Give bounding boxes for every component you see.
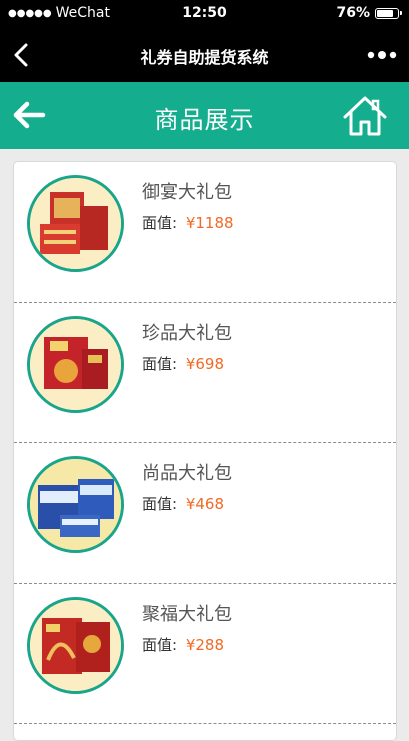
product-price-row: 面值: ¥288 bbox=[142, 634, 224, 655]
battery-icon bbox=[375, 7, 402, 19]
product-price: ¥1188 bbox=[185, 214, 234, 232]
home-icon[interactable] bbox=[343, 95, 387, 137]
page-header: 商品展示 bbox=[0, 82, 409, 149]
product-price: ¥288 bbox=[185, 635, 225, 654]
product-item[interactable]: 聚福大礼包 面值: ¥288 bbox=[14, 584, 396, 724]
product-price-row: 面值: ¥468 bbox=[142, 493, 224, 514]
product-price: ¥468 bbox=[185, 495, 225, 513]
product-price-row: 面值: ¥698 bbox=[142, 353, 224, 374]
product-name: 御宴大礼包 bbox=[142, 182, 232, 203]
battery-percentage: 76% bbox=[336, 5, 370, 21]
price-label: 面值: bbox=[142, 214, 178, 232]
battery-info: 76% bbox=[336, 5, 402, 21]
product-item[interactable]: 御宴大礼包 面值: ¥1188 bbox=[14, 162, 396, 303]
product-image bbox=[27, 175, 124, 272]
product-name: 珍品大礼包 bbox=[142, 322, 232, 344]
more-options-icon[interactable] bbox=[367, 49, 397, 61]
product-list: 御宴大礼包 面值: ¥1188 珍品大礼包 面值: ¥698 尚品大礼包 面值:… bbox=[13, 161, 397, 741]
product-price-row: 面值: ¥1188 bbox=[142, 212, 234, 233]
product-name: 尚品大礼包 bbox=[142, 463, 232, 484]
wechat-page-title: 礼券自助提货系统 bbox=[140, 48, 269, 67]
status-bar: ●●●●● WeChat 12:50 76% bbox=[0, 0, 409, 28]
price-label: 面值: bbox=[142, 635, 178, 654]
price-label: 面值: bbox=[142, 495, 178, 513]
product-image bbox=[27, 596, 124, 694]
product-item[interactable]: 珍品大礼包 面值: ¥698 bbox=[14, 303, 396, 443]
product-name: 聚福大礼包 bbox=[142, 603, 232, 625]
product-price: ¥698 bbox=[185, 354, 225, 373]
price-label: 面值: bbox=[142, 354, 178, 373]
product-item[interactable]: 尚品大礼包 面值: ¥468 bbox=[14, 443, 396, 584]
wechat-nav-bar: 礼券自助提货系统 bbox=[0, 28, 409, 82]
product-image bbox=[27, 456, 124, 553]
product-image bbox=[27, 315, 124, 413]
